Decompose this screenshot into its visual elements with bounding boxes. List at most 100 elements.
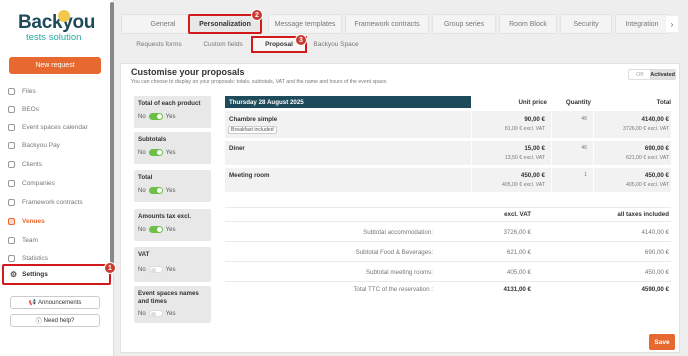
- option-switch[interactable]: No Yes: [138, 149, 175, 156]
- summary-excl: 405,00 €: [506, 269, 531, 276]
- option-vat: VAT No Yes: [134, 247, 211, 282]
- sidebar-item-event-spaces-calendar[interactable]: Event spaces calendar: [8, 120, 88, 134]
- summary-incl: 690,00 €: [644, 249, 669, 256]
- separator: [225, 241, 671, 242]
- sidebar-item-framework-contracts[interactable]: Framework contracts: [8, 195, 83, 209]
- row-unit-price: 90,00 €: [524, 116, 545, 123]
- toggle-activated-option[interactable]: Activated: [650, 70, 675, 79]
- option-label: VAT: [138, 251, 150, 258]
- summary-incl: 450,00 €: [644, 269, 669, 276]
- option-label: Subtotals: [138, 136, 167, 143]
- venue-icon: [8, 217, 15, 225]
- sidebar-item-label: Backyou Pay: [22, 141, 60, 149]
- toggle-switch[interactable]: [148, 310, 163, 317]
- sidebar-item-label: Event spaces calendar: [22, 123, 88, 131]
- sidebar-item-label: Files: [22, 87, 36, 95]
- toggle-off-option[interactable]: Off: [629, 70, 650, 79]
- summary-incl: 4140,00 €: [641, 229, 669, 236]
- proposal-card: Customise your proposals You can choose …: [120, 63, 680, 353]
- summary-incl: 4590,00 €: [641, 286, 669, 293]
- sidebar-item-beos[interactable]: BEOs: [8, 102, 39, 116]
- switch-yes-label: Yes: [165, 187, 176, 194]
- need-help-label: Need help?: [43, 317, 75, 324]
- tab-room-block[interactable]: Room Block: [499, 14, 557, 34]
- sidebar-scrollbar[interactable]: [110, 2, 114, 264]
- building-icon: [8, 179, 15, 187]
- row-unit-price: 15,00 €: [524, 145, 545, 152]
- need-help-button[interactable]: ⓘ Need help?: [10, 314, 100, 327]
- option-label: Amounts tax excl.: [138, 213, 191, 220]
- toggle-switch[interactable]: [148, 266, 163, 273]
- row-total: 690,00 €: [644, 145, 669, 152]
- switch-yes-label: Yes: [165, 266, 176, 273]
- row-total-excl: 405,00 € excl. VAT: [625, 182, 669, 188]
- subtab-backyou-space[interactable]: Backyou Space: [312, 38, 360, 51]
- save-button[interactable]: Save: [649, 334, 675, 350]
- col-quantity: Quantity: [565, 98, 591, 106]
- sidebar-item-statistics[interactable]: Statistics: [8, 251, 48, 265]
- switch-yes-label: Yes: [165, 113, 176, 120]
- tab-framework-contracts[interactable]: Framework contracts: [345, 14, 429, 34]
- step-badge-3: 3: [295, 34, 307, 46]
- row-quantity: 46: [581, 145, 587, 151]
- row-total: 450,00 €: [644, 172, 669, 179]
- switch-no-label: No: [138, 266, 146, 273]
- row-unit-price-excl: 81,00 € excl. VAT: [504, 126, 545, 132]
- option-switch[interactable]: No Yes: [138, 187, 175, 194]
- card-icon: [8, 141, 15, 149]
- subtab-requests-forms[interactable]: Requests forms: [131, 38, 187, 51]
- sidebar: Backyou tests solution New request Files…: [0, 0, 114, 356]
- toggle-switch[interactable]: [148, 149, 163, 156]
- sidebar-item-team[interactable]: Team: [8, 233, 38, 247]
- sidebar-item-settings[interactable]: ⚙ Settings: [2, 264, 111, 285]
- toggle-switch[interactable]: [148, 226, 163, 233]
- option-switch[interactable]: No Yes: [138, 113, 175, 120]
- option-total-each-product: Total of each product No Yes: [134, 96, 211, 128]
- row-name: Diner: [229, 145, 245, 152]
- col-unit-price: Unit price: [471, 96, 547, 108]
- row-total-excl: 3726,00 € excl. VAT: [623, 126, 669, 132]
- summary-label: Subtotal accommodation:: [363, 229, 433, 236]
- sidebar-item-venues[interactable]: Venues: [8, 214, 45, 228]
- subtab-custom-fields[interactable]: Custom fields: [199, 38, 247, 51]
- sidebar-item-backyou-pay[interactable]: Backyou Pay: [8, 138, 60, 152]
- switch-yes-label: Yes: [165, 149, 176, 156]
- sidebar-item-label: Statistics: [22, 254, 49, 262]
- tab-message-templates[interactable]: Message templates: [268, 14, 342, 34]
- activation-toggle[interactable]: Off Activated: [628, 69, 676, 80]
- tab-integration[interactable]: Integration: [615, 14, 669, 34]
- folder-icon: [8, 87, 15, 95]
- chevron-right-icon[interactable]: ›: [666, 16, 678, 32]
- option-label: Total of each product: [138, 100, 201, 107]
- sidebar-item-files[interactable]: Files: [8, 84, 36, 98]
- new-request-button[interactable]: New request: [9, 57, 101, 74]
- row-name: Chambre simple: [229, 116, 278, 123]
- option-label: Event spaces names and times: [138, 290, 199, 305]
- document-icon: [8, 105, 15, 113]
- separator: [225, 207, 671, 208]
- switch-yes-label: Yes: [165, 310, 176, 317]
- announcements-button[interactable]: 📢 Announcements: [10, 296, 100, 309]
- section-title: Customise your proposals: [131, 67, 245, 77]
- option-switch[interactable]: No Yes: [138, 310, 175, 317]
- team-icon: [8, 236, 15, 244]
- tab-group-series[interactable]: Group series: [432, 14, 496, 34]
- sidebar-item-label: Team: [22, 236, 38, 244]
- toggle-switch[interactable]: [148, 113, 163, 120]
- option-event-spaces-names: Event spaces names and times No Yes: [134, 286, 211, 323]
- sidebar-item-label: Venues: [22, 217, 45, 225]
- summary-header-excl: excl. VAT: [504, 211, 531, 218]
- separator: [225, 261, 671, 262]
- section-subtitle: You can choose to display on your propos…: [131, 79, 388, 85]
- option-switch[interactable]: No Yes: [138, 266, 175, 273]
- logo: Backyou tests solution: [18, 10, 98, 48]
- tab-security[interactable]: Security: [560, 14, 612, 34]
- row-unit-price-excl: 13,50 € excl. VAT: [504, 155, 545, 161]
- option-switch[interactable]: No Yes: [138, 226, 175, 233]
- sidebar-item-clients[interactable]: Clients: [8, 157, 42, 171]
- toggle-switch[interactable]: [148, 187, 163, 194]
- step-badge-2: 2: [251, 9, 263, 21]
- calendar-icon: [8, 123, 15, 131]
- sidebar-item-companies[interactable]: Companies: [8, 176, 55, 190]
- chart-icon: [8, 254, 15, 262]
